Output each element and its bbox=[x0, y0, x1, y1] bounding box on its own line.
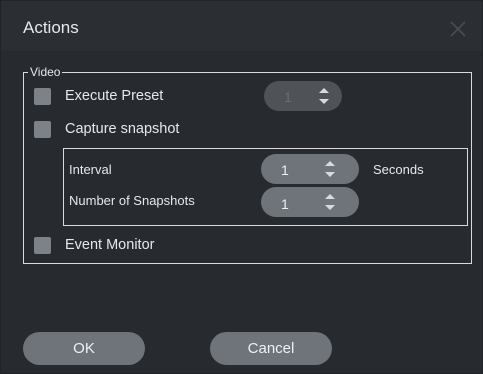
capture-snapshot-checkbox[interactable] bbox=[34, 121, 51, 138]
snapshot-count-increment-icon[interactable] bbox=[325, 194, 335, 199]
title-bar: Actions bbox=[1, 1, 482, 51]
preset-increment-icon bbox=[319, 88, 329, 93]
snapshot-count-spinner[interactable]: 1 bbox=[261, 187, 359, 217]
capture-snapshot-label: Capture snapshot bbox=[65, 121, 180, 137]
preset-value: 1 bbox=[284, 89, 292, 105]
close-icon[interactable] bbox=[448, 19, 468, 39]
interval-decrement-icon[interactable] bbox=[325, 172, 335, 177]
dialog-title: Actions bbox=[23, 18, 79, 37]
preset-spinner: 1 bbox=[264, 81, 342, 111]
interval-stepper-arrows bbox=[325, 158, 335, 180]
interval-label: Interval bbox=[69, 162, 112, 177]
interval-spinner[interactable]: 1 bbox=[261, 154, 359, 184]
video-group-legend: Video bbox=[28, 65, 63, 79]
interval-value[interactable]: 1 bbox=[281, 162, 289, 178]
execute-preset-label: Execute Preset bbox=[65, 88, 164, 104]
preset-stepper-arrows bbox=[319, 85, 329, 107]
event-monitor-checkbox[interactable] bbox=[34, 237, 51, 254]
snapshot-count-stepper-arrows bbox=[325, 191, 335, 213]
ok-button[interactable]: OK bbox=[23, 332, 145, 365]
snapshot-count-decrement-icon[interactable] bbox=[325, 205, 335, 210]
execute-preset-checkbox[interactable] bbox=[34, 88, 51, 105]
number-of-snapshots-label: Number of Snapshots bbox=[69, 193, 195, 208]
interval-increment-icon[interactable] bbox=[325, 161, 335, 166]
interval-unit-label: Seconds bbox=[373, 162, 424, 177]
event-monitor-label: Event Monitor bbox=[65, 237, 155, 253]
snapshot-count-value[interactable]: 1 bbox=[281, 196, 289, 212]
preset-decrement-icon bbox=[319, 99, 329, 104]
cancel-button[interactable]: Cancel bbox=[210, 332, 332, 365]
actions-dialog: Actions Video Execute Preset 1 Capture s… bbox=[0, 0, 483, 374]
